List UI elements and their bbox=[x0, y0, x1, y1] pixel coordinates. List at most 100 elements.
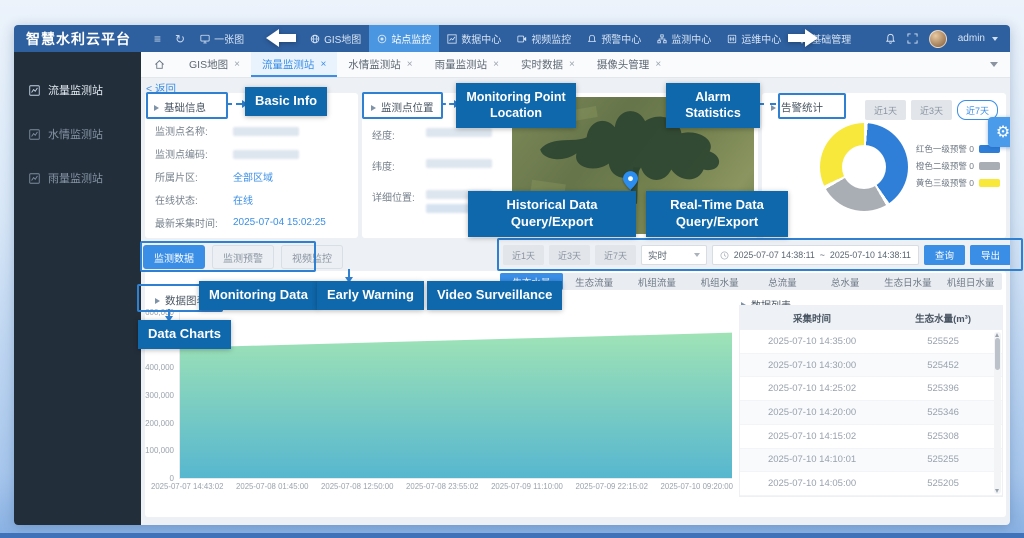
scrollbar-thumb[interactable] bbox=[995, 338, 1000, 370]
table-row-4: 2025-07-10 14:15:02525308 bbox=[740, 425, 1002, 449]
target-icon bbox=[377, 34, 387, 44]
nav-item-3[interactable]: 视频监控 bbox=[509, 25, 579, 52]
basic-info-field-2: 所属片区:全部区域 bbox=[145, 165, 358, 188]
x-tick-label: 2025-07-10 09:20:00 bbox=[661, 482, 733, 491]
tab-1[interactable]: 流量监测站× bbox=[251, 52, 337, 77]
tab-3[interactable]: 雨量监测站× bbox=[424, 52, 510, 77]
map-pin-icon[interactable] bbox=[623, 171, 638, 190]
annotation-alarm-statistics: Alarm Statistics bbox=[666, 83, 760, 128]
tab-2[interactable]: 水情监测站× bbox=[337, 52, 423, 77]
bell-icon[interactable] bbox=[885, 33, 896, 44]
nav-item-6[interactable]: 运维中心 bbox=[719, 25, 789, 52]
nav-item-5[interactable]: 监测中心 bbox=[649, 25, 719, 52]
export-button[interactable]: 导出 bbox=[970, 245, 1010, 265]
data-tab-7[interactable]: 机组日水量 bbox=[939, 273, 1002, 290]
home-icon[interactable] bbox=[141, 59, 178, 70]
table-row-0: 2025-07-10 14:35:00525525 bbox=[740, 330, 1002, 354]
query-range-button-2[interactable]: 近7天 bbox=[595, 245, 636, 265]
masked-value bbox=[233, 150, 299, 159]
close-icon[interactable]: × bbox=[234, 59, 240, 70]
tab-0[interactable]: GIS地图 × bbox=[178, 52, 251, 77]
avatar[interactable] bbox=[929, 30, 947, 48]
y-tick-label: 200,000 bbox=[145, 419, 174, 428]
nav-item-label: 监测中心 bbox=[671, 31, 711, 46]
close-icon[interactable]: × bbox=[493, 59, 499, 70]
tab-4[interactable]: 实时数据× bbox=[510, 52, 586, 77]
masked-value bbox=[426, 159, 492, 168]
annotation-monitoring-data: Monitoring Data bbox=[199, 281, 318, 310]
tab-label: 摄像头管理 bbox=[597, 57, 650, 72]
alarm-range-button-0[interactable]: 近1天 bbox=[865, 100, 906, 120]
cell-value: 525525 bbox=[884, 336, 1002, 347]
monitor-tab-0[interactable]: 监测数据 bbox=[143, 245, 205, 269]
nav-item-label: 预警中心 bbox=[601, 31, 641, 46]
tab-bar: GIS地图×流量监测站×水情监测站×雨量监测站×实时数据×摄像头管理× bbox=[141, 52, 1010, 78]
x-tick-label: 2025-07-08 23:55:02 bbox=[406, 482, 478, 491]
cell-value: 525346 bbox=[884, 407, 1002, 418]
data-tab-4[interactable]: 总流量 bbox=[751, 273, 814, 290]
y-tick-label: 400,000 bbox=[145, 363, 174, 372]
chevron-down-icon[interactable] bbox=[992, 37, 998, 41]
cell-value: 525452 bbox=[884, 360, 1002, 371]
cell-time: 2025-07-10 14:25:02 bbox=[740, 383, 884, 394]
nav-item-label: GIS地图 bbox=[324, 31, 361, 46]
refresh-icon[interactable]: ↻ bbox=[175, 32, 185, 46]
close-icon[interactable]: × bbox=[569, 59, 575, 70]
close-icon[interactable]: × bbox=[655, 59, 661, 70]
sidebar-item-1[interactable]: 水情监测站 bbox=[14, 112, 141, 156]
fullscreen-icon[interactable] bbox=[907, 33, 918, 44]
nav-item-one-map[interactable]: 一张图 bbox=[192, 25, 252, 52]
caret-right-icon bbox=[371, 105, 376, 111]
basic-info-field-4: 最新采集时间:2025-07-04 15:02:25 bbox=[145, 211, 358, 234]
data-tab-6[interactable]: 生态日水量 bbox=[877, 273, 940, 290]
username[interactable]: admin bbox=[958, 33, 985, 44]
annotation-video-surveillance: Video Surveillance bbox=[427, 281, 562, 310]
annotation-realtime-query: Real-Time Data Query/Export bbox=[646, 191, 788, 237]
monitor-tab-2[interactable]: 视频监控 bbox=[281, 245, 343, 269]
sidebar-item-2[interactable]: 雨量监测站 bbox=[14, 156, 141, 200]
nav-item-2[interactable]: 数据中心 bbox=[439, 25, 509, 52]
monitor-tab-1[interactable]: 监测预警 bbox=[212, 245, 274, 269]
tab-label: GIS地图 bbox=[189, 57, 228, 72]
table-column-header-1: 生态水量(m³) bbox=[884, 311, 1002, 325]
annotation-historical-query: Historical Data Query/Export bbox=[468, 191, 636, 237]
data-tab-3[interactable]: 机组水量 bbox=[688, 273, 751, 290]
field-label: 最新采集时间: bbox=[155, 215, 233, 230]
field-label: 详细位置: bbox=[372, 189, 426, 204]
sidebar-item-label: 水情监测站 bbox=[48, 126, 103, 142]
sidebar-item-label: 雨量监测站 bbox=[48, 170, 103, 186]
query-range-button-0[interactable]: 近1天 bbox=[503, 245, 544, 265]
nav-item-0[interactable]: GIS地图 bbox=[302, 25, 369, 52]
nav-item-label: 数据中心 bbox=[461, 31, 501, 46]
tabbar-chevron-down-icon[interactable] bbox=[978, 62, 1010, 67]
table-scrollbar[interactable] bbox=[994, 332, 1001, 494]
date-range-input[interactable]: 2025-07-07 14:38:11 ~ 2025-07-10 14:38:1… bbox=[712, 245, 919, 265]
alarm-range-button-1[interactable]: 近3天 bbox=[911, 100, 952, 120]
tab-5[interactable]: 摄像头管理 × bbox=[586, 52, 672, 77]
data-tab-5[interactable]: 总水量 bbox=[814, 273, 877, 290]
query-button[interactable]: 查询 bbox=[924, 245, 965, 265]
cell-time: 2025-07-10 14:30:00 bbox=[740, 360, 884, 371]
globe-icon bbox=[310, 34, 320, 44]
caret-right-icon bbox=[154, 105, 159, 111]
menu-collapse-icon[interactable]: ≡ bbox=[154, 32, 161, 46]
field-label: 监测点编码: bbox=[155, 146, 233, 161]
sidebar-item-0[interactable]: 流量监测站 bbox=[14, 68, 141, 112]
nav-item-4[interactable]: 预警中心 bbox=[579, 25, 649, 52]
close-icon[interactable]: × bbox=[407, 59, 413, 70]
cell-value: 525205 bbox=[884, 478, 1002, 489]
query-range-button-1[interactable]: 近3天 bbox=[549, 245, 590, 265]
legend-swatch bbox=[979, 162, 1000, 170]
annotation-early-warning: Early Warning bbox=[317, 281, 424, 310]
mode-select[interactable]: 实时 bbox=[641, 245, 707, 265]
nav-item-1[interactable]: 站点监控 bbox=[369, 25, 439, 52]
table-row-3: 2025-07-10 14:20:00525346 bbox=[740, 401, 1002, 425]
query-bar: 近1天近3天近7天 实时 2025-07-07 14:38:11 ~ 2025-… bbox=[503, 243, 1010, 267]
field-label: 所属片区: bbox=[155, 169, 233, 184]
data-tab-2[interactable]: 机组流量 bbox=[626, 273, 689, 290]
caret-right-icon bbox=[155, 298, 160, 304]
settings-gear-button[interactable]: ⚙ bbox=[988, 117, 1010, 147]
close-icon[interactable]: × bbox=[320, 59, 326, 70]
table-row-2: 2025-07-10 14:25:02525396 bbox=[740, 377, 1002, 401]
data-tab-1[interactable]: 生态流量 bbox=[563, 273, 626, 290]
